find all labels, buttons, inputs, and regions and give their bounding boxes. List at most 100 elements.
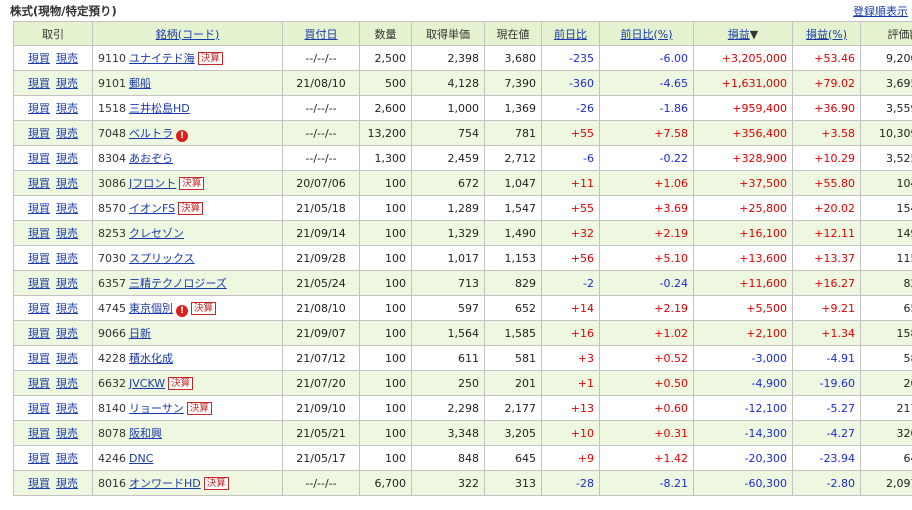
col-trade: 取引 [13, 21, 93, 46]
change-cell: +3 [541, 345, 600, 371]
pl-cell: +3,205,000 [693, 45, 793, 71]
sell-link[interactable]: 現売 [56, 402, 78, 415]
registration-order-link[interactable]: 登録順表示 [853, 3, 908, 19]
buy-link[interactable]: 現買 [28, 52, 50, 65]
sell-link[interactable]: 現売 [56, 352, 78, 365]
price-cell: 781 [484, 120, 542, 146]
sell-link[interactable]: 現売 [56, 152, 78, 165]
change-cell: +14 [541, 295, 600, 321]
buy-link[interactable]: 現買 [28, 477, 50, 490]
stock-name-link[interactable]: JVCKW [129, 377, 165, 390]
stock-name-link[interactable]: DNC [129, 452, 153, 465]
buy-link[interactable]: 現買 [28, 427, 50, 440]
sell-link[interactable]: 現売 [56, 177, 78, 190]
sell-link[interactable]: 現売 [56, 202, 78, 215]
sell-link[interactable]: 現売 [56, 277, 78, 290]
stock-name-link[interactable]: ベルトラ [129, 127, 173, 140]
col-pl-pct: 損益(%) [792, 21, 861, 46]
pl-cell: -20,300 [693, 445, 793, 471]
sell-link[interactable]: 現売 [56, 452, 78, 465]
cost-cell: 2,459 [411, 145, 485, 171]
stock-name-link[interactable]: 三精テクノロジーズ [129, 277, 227, 290]
sell-link[interactable]: 現売 [56, 227, 78, 240]
buy-date-cell: 21/09/10 [282, 395, 360, 421]
change-pct-cell: +0.52 [599, 345, 694, 371]
buy-link[interactable]: 現買 [28, 277, 50, 290]
stock-name-link[interactable]: スプリックス [129, 252, 195, 265]
stock-name-link[interactable]: 郵船 [129, 77, 151, 90]
buy-link[interactable]: 現買 [28, 252, 50, 265]
buy-link[interactable]: 現買 [28, 327, 50, 340]
sort-pl-pct-link[interactable]: 損益(%) [806, 28, 847, 41]
stock-name-link[interactable]: 阪和興 [129, 427, 162, 440]
change-cell: -28 [541, 470, 600, 496]
buy-date-cell: 21/08/10 [282, 70, 360, 96]
pl-pct-cell: +3.58 [792, 120, 861, 146]
col-price: 現在値 [484, 21, 542, 46]
stock-name-link[interactable]: 積水化成 [129, 352, 173, 365]
buy-link[interactable]: 現買 [28, 177, 50, 190]
sell-link[interactable]: 現売 [56, 302, 78, 315]
sell-link[interactable]: 現売 [56, 77, 78, 90]
stock-name-link[interactable]: 東京個別 [129, 302, 173, 315]
qty-cell: 100 [359, 195, 412, 221]
table-row: 現買 現売 4246 DNC 21/05/17 100 848 645 +9 +1.42 -20,3… [13, 445, 912, 471]
value-cell: 115,300 [860, 245, 912, 271]
trade-cell: 現買 現売 [13, 245, 93, 271]
buy-link[interactable]: 現買 [28, 102, 50, 115]
change-cell: +55 [541, 120, 600, 146]
pl-pct-cell: -23.94 [792, 445, 861, 471]
change-pct-cell: -6.00 [599, 45, 694, 71]
value-cell: 82,900 [860, 270, 912, 296]
buy-link[interactable]: 現買 [28, 402, 50, 415]
stock-name-link[interactable]: クレセゾン [129, 227, 184, 240]
name-cell: 6632 JVCKW 決算 [92, 370, 283, 396]
stock-name-link[interactable]: 日新 [129, 327, 151, 340]
settlement-badge: 決算 [168, 376, 194, 390]
stock-name-link[interactable]: Jフロント [129, 177, 176, 190]
sort-change-pct-link[interactable]: 前日比(%) [620, 28, 672, 41]
pl-pct-cell: -2.80 [792, 470, 861, 496]
price-cell: 829 [484, 270, 542, 296]
stock-name-link[interactable]: オンワードHD [129, 477, 201, 490]
pl-pct-cell: +16.27 [792, 270, 861, 296]
price-cell: 1,369 [484, 95, 542, 121]
sell-link[interactable]: 現売 [56, 252, 78, 265]
price-cell: 313 [484, 470, 542, 496]
buy-link[interactable]: 現買 [28, 77, 50, 90]
buy-link[interactable]: 現買 [28, 377, 50, 390]
stock-name-link[interactable]: あおぞら [129, 152, 173, 165]
sell-link[interactable]: 現売 [56, 327, 78, 340]
buy-link[interactable]: 現買 [28, 202, 50, 215]
sort-pl-link[interactable]: 損益 [728, 28, 750, 41]
cost-cell: 754 [411, 120, 485, 146]
qty-cell: 100 [359, 345, 412, 371]
value-cell: 9,200,000 [860, 45, 912, 71]
sell-link[interactable]: 現売 [56, 427, 78, 440]
change-cell: +10 [541, 420, 600, 446]
sell-link[interactable]: 現売 [56, 377, 78, 390]
stock-name-link[interactable]: 三井松島HD [129, 102, 190, 115]
sort-change-link[interactable]: 前日比 [554, 28, 587, 41]
stock-name-link[interactable]: ユナイテド海 [129, 52, 195, 65]
stock-name-link[interactable]: イオンFS [129, 202, 175, 215]
sell-link[interactable]: 現売 [56, 127, 78, 140]
sell-link[interactable]: 現売 [56, 102, 78, 115]
trade-cell: 現買 現売 [13, 470, 93, 496]
stock-name-link[interactable]: リョーサン [129, 402, 184, 415]
buy-link[interactable]: 現買 [28, 127, 50, 140]
change-pct-cell: +0.50 [599, 370, 694, 396]
sell-link[interactable]: 現売 [56, 477, 78, 490]
buy-link[interactable]: 現買 [28, 302, 50, 315]
top-bar: 株式(現物/特定預り) 登録順表示 [0, 0, 912, 20]
buy-link[interactable]: 現買 [28, 227, 50, 240]
sort-name-link[interactable]: 銘柄(コード) [156, 28, 220, 41]
buy-link[interactable]: 現買 [28, 352, 50, 365]
buy-link[interactable]: 現買 [28, 152, 50, 165]
cost-cell: 1,564 [411, 320, 485, 346]
sort-buy-date-link[interactable]: 買付日 [305, 28, 338, 41]
sell-link[interactable]: 現売 [56, 52, 78, 65]
cost-cell: 1,289 [411, 195, 485, 221]
buy-link[interactable]: 現買 [28, 452, 50, 465]
settlement-badge: 決算 [186, 402, 212, 415]
